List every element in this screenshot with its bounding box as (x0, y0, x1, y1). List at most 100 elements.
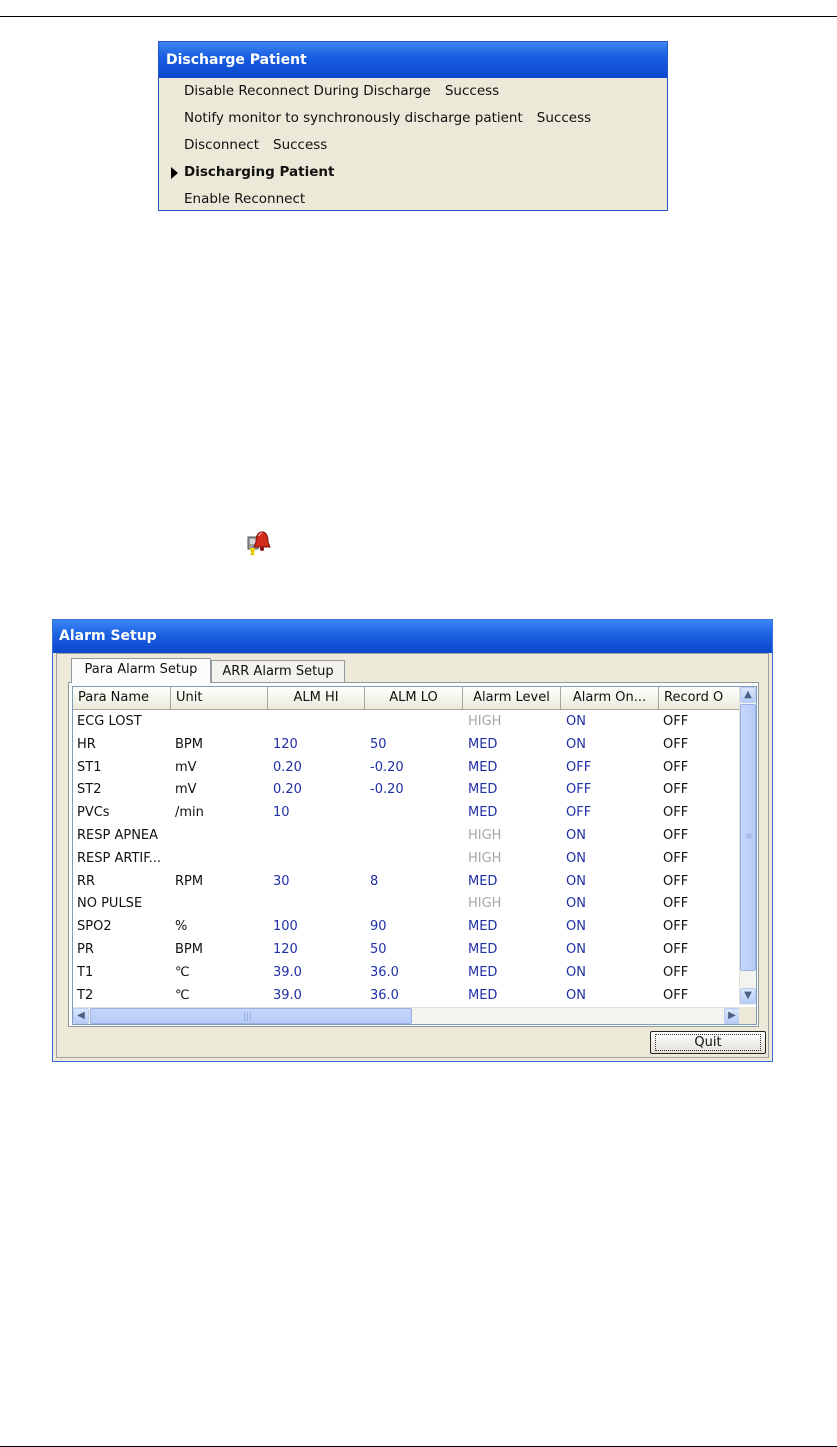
record-on-cell[interactable]: OFF (659, 985, 744, 1008)
record-on-cell[interactable]: OFF (659, 734, 744, 757)
table-row[interactable]: ST2 mV 0.20 -0.20 MED OFF OFF (73, 779, 740, 802)
para-name-cell[interactable]: NO PULSE (73, 893, 171, 916)
para-name-cell[interactable]: PR (73, 939, 171, 962)
alarm-level-cell[interactable]: MED (463, 916, 561, 939)
alarm-level-cell[interactable]: HIGH (463, 848, 561, 871)
alm-lo-cell[interactable] (365, 893, 463, 916)
alm-hi-cell[interactable] (268, 711, 365, 734)
para-name-cell[interactable]: RESP ARTIF... (73, 848, 171, 871)
alarm-on-cell[interactable]: ON (561, 734, 659, 757)
alarm-level-cell[interactable]: MED (463, 962, 561, 985)
table-row[interactable]: PR BPM 120 50 MED ON OFF (73, 939, 740, 962)
alarm-on-cell[interactable]: ON (561, 962, 659, 985)
column-header-alm-lo[interactable]: ALM LO (365, 687, 463, 710)
alm-lo-cell[interactable] (365, 711, 463, 734)
alm-hi-cell[interactable] (268, 893, 365, 916)
alm-lo-cell[interactable] (365, 825, 463, 848)
column-header-alarm-level[interactable]: Alarm Level (463, 687, 561, 710)
para-name-cell[interactable]: HR (73, 734, 171, 757)
record-on-cell[interactable]: OFF (659, 939, 744, 962)
alarm-on-cell[interactable]: ON (561, 939, 659, 962)
alm-lo-cell[interactable] (365, 802, 463, 825)
alm-hi-cell[interactable] (268, 848, 365, 871)
alm-lo-cell[interactable]: 8 (365, 871, 463, 894)
column-header-record-on[interactable]: Record O (659, 687, 744, 710)
unit-cell[interactable]: BPM (171, 734, 268, 757)
para-name-cell[interactable]: T1 (73, 962, 171, 985)
scroll-left-arrow-icon[interactable]: ◀ (73, 1008, 89, 1024)
alm-hi-cell[interactable]: 39.0 (268, 985, 365, 1008)
alarm-on-cell[interactable]: OFF (561, 779, 659, 802)
alm-lo-cell[interactable]: 50 (365, 939, 463, 962)
alarm-level-cell[interactable]: MED (463, 802, 561, 825)
alarm-on-cell[interactable]: ON (561, 871, 659, 894)
table-row[interactable]: ECG LOST HIGH ON OFF (73, 711, 740, 734)
scroll-down-arrow-icon[interactable]: ▼ (740, 988, 756, 1004)
alarm-on-cell[interactable]: OFF (561, 802, 659, 825)
alarm-on-cell[interactable]: ON (561, 985, 659, 1008)
alarm-on-cell[interactable]: ON (561, 893, 659, 916)
para-name-cell[interactable]: ST2 (73, 779, 171, 802)
alm-lo-cell[interactable]: 36.0 (365, 962, 463, 985)
alarm-on-cell[interactable]: ON (561, 711, 659, 734)
alm-hi-cell[interactable] (268, 825, 365, 848)
unit-cell[interactable] (171, 848, 268, 871)
alarm-level-cell[interactable]: HIGH (463, 893, 561, 916)
table-row[interactable]: RESP ARTIF... HIGH ON OFF (73, 848, 740, 871)
table-row[interactable]: T2 ℃ 39.0 36.0 MED ON OFF (73, 985, 740, 1008)
horizontal-scroll-thumb[interactable]: ||| (90, 1008, 412, 1024)
table-row[interactable]: PVCs/min 10 MED OFF OFF (73, 802, 740, 825)
alm-hi-cell[interactable]: 0.20 (268, 757, 365, 780)
para-name-cell[interactable]: RESP APNEA (73, 825, 171, 848)
column-header-alm-hi[interactable]: ALM HI (268, 687, 365, 710)
alm-lo-cell[interactable] (365, 848, 463, 871)
alarm-level-cell[interactable]: MED (463, 779, 561, 802)
record-on-cell[interactable]: OFF (659, 893, 744, 916)
alarm-level-cell[interactable]: MED (463, 757, 561, 780)
alm-hi-cell[interactable]: 10 (268, 802, 365, 825)
table-row[interactable]: HR BPM 120 50 MED ON OFF (73, 734, 740, 757)
vertical-scroll-thumb[interactable]: ≡ (740, 704, 756, 971)
record-on-cell[interactable]: OFF (659, 871, 744, 894)
table-row[interactable]: SPO2% 100 90 MED ON OFF (73, 916, 740, 939)
alm-lo-cell[interactable]: 90 (365, 916, 463, 939)
record-on-cell[interactable]: OFF (659, 825, 744, 848)
alm-hi-cell[interactable]: 39.0 (268, 962, 365, 985)
unit-cell[interactable]: RPM (171, 871, 268, 894)
unit-cell[interactable]: ℃ (171, 962, 268, 985)
column-header-para-name[interactable]: Para Name (73, 687, 171, 710)
record-on-cell[interactable]: OFF (659, 848, 744, 871)
vertical-scrollbar[interactable]: ▲ ≡ ▼ (739, 687, 756, 1005)
alarm-on-cell[interactable]: OFF (561, 757, 659, 780)
table-row[interactable]: RESP APNEA HIGH ON OFF (73, 825, 740, 848)
alm-lo-cell[interactable]: -0.20 (365, 757, 463, 780)
unit-cell[interactable]: /min (171, 802, 268, 825)
alarm-on-cell[interactable]: ON (561, 848, 659, 871)
record-on-cell[interactable]: OFF (659, 711, 744, 734)
alarm-level-cell[interactable]: MED (463, 734, 561, 757)
alm-lo-cell[interactable]: 50 (365, 734, 463, 757)
alm-hi-cell[interactable]: 100 (268, 916, 365, 939)
alm-lo-cell[interactable]: -0.20 (365, 779, 463, 802)
para-name-cell[interactable]: ST1 (73, 757, 171, 780)
unit-cell[interactable] (171, 711, 268, 734)
table-row[interactable]: ST1 mV 0.20 -0.20 MED OFF OFF (73, 757, 740, 780)
unit-cell[interactable] (171, 825, 268, 848)
para-name-cell[interactable]: T2 (73, 985, 171, 1008)
para-name-cell[interactable]: SPO2 (73, 916, 171, 939)
unit-cell[interactable]: mV (171, 757, 268, 780)
record-on-cell[interactable]: OFF (659, 757, 744, 780)
record-on-cell[interactable]: OFF (659, 916, 744, 939)
record-on-cell[interactable]: OFF (659, 779, 744, 802)
para-name-cell[interactable]: RR (73, 871, 171, 894)
horizontal-scrollbar[interactable]: ◀ ||| ▶ (73, 1007, 740, 1024)
para-name-cell[interactable]: ECG LOST (73, 711, 171, 734)
unit-cell[interactable]: mV (171, 779, 268, 802)
column-header-unit[interactable]: Unit (171, 687, 268, 710)
alarm-level-cell[interactable]: HIGH (463, 711, 561, 734)
column-header-alarm-on[interactable]: Alarm On... (561, 687, 659, 710)
alm-hi-cell[interactable]: 120 (268, 939, 365, 962)
alarm-level-cell[interactable]: MED (463, 871, 561, 894)
record-on-cell[interactable]: OFF (659, 802, 744, 825)
unit-cell[interactable]: ℃ (171, 985, 268, 1008)
